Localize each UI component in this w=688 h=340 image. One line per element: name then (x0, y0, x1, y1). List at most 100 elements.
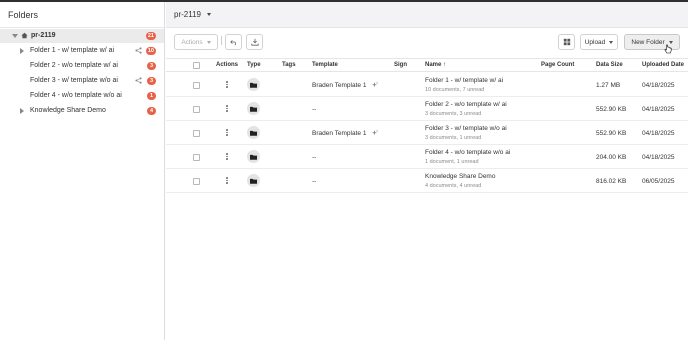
row-checkbox[interactable] (193, 154, 200, 161)
tree-item-badge: 1 (147, 92, 156, 100)
tree-root-pr-2119[interactable]: pr-2119 21 (0, 29, 164, 43)
col-name-label: Name (425, 62, 442, 68)
row-template: Braden Template 1 (312, 82, 367, 89)
row-subtitle: 3 documents, 3 unread (425, 111, 482, 117)
row-data-size: 816.02 KB (596, 178, 627, 185)
sidebar-title: Folders (0, 2, 164, 28)
chevron-down-icon (206, 40, 211, 44)
grid-view-button[interactable] (558, 34, 575, 50)
row-actions-menu-icon[interactable] (226, 105, 228, 113)
col-template[interactable]: Template (312, 62, 338, 68)
hand-cursor-icon (664, 44, 672, 54)
tree-item-knowledge-share-demo[interactable]: Knowledge Share Demo 4 (0, 104, 164, 118)
row-actions-menu-icon[interactable] (226, 153, 228, 161)
tree-item-label: Folder 3 - w/ template w/o ai (30, 77, 118, 84)
col-tags[interactable]: Tags (282, 62, 296, 68)
tree-item-label: Folder 4 - w/o template w/o ai (30, 92, 122, 99)
grid-view-icon (563, 38, 570, 46)
folder-icon (247, 102, 260, 115)
tree-item-label: Folder 2 - w/o template w/ ai (30, 62, 118, 69)
row-data-size: 204.00 KB (596, 154, 627, 161)
tree-item-folder-2[interactable]: Folder 2 - w/o template w/ ai 3 (0, 59, 164, 73)
col-data-size[interactable]: Data Size (596, 62, 623, 68)
ai-sparkle-icon (372, 82, 378, 88)
home-icon (21, 32, 28, 39)
tree-item-folder-1[interactable]: Folder 1 - w/ template w/ ai 10 (0, 44, 164, 58)
row-uploaded-date: 04/18/2025 (642, 82, 675, 89)
chevron-down-icon[interactable] (206, 13, 211, 16)
row-template: -- (312, 154, 317, 161)
row-actions-menu-icon[interactable] (226, 177, 228, 185)
caret-down-icon[interactable] (12, 34, 18, 38)
folder-title: pr-2119 (174, 10, 201, 19)
tree-item-badge: 10 (145, 47, 156, 55)
row-name[interactable]: Folder 3 - w/ template w/o ai (425, 125, 507, 132)
row-data-size: 552.90 KB (596, 106, 627, 113)
tree-item-label: Folder 1 - w/ template w/ ai (30, 47, 115, 54)
row-name[interactable]: Folder 2 - w/o template w/ ai (425, 101, 507, 108)
col-uploaded-date[interactable]: Uploaded Date (642, 62, 684, 68)
sort-ascending-icon: ↑ (443, 62, 447, 68)
row-actions-menu-icon[interactable] (226, 81, 228, 89)
col-type[interactable]: Type (247, 62, 261, 68)
row-subtitle: 4 documents, 4 unread (425, 183, 482, 189)
row-subtitle: 3 documents, 1 unread (425, 135, 482, 141)
undo-icon (229, 40, 236, 46)
folder-icon (247, 174, 260, 187)
col-page-count[interactable]: Page Count (541, 62, 574, 68)
folder-icon (247, 126, 260, 139)
tree-item-badge: 3 (147, 62, 156, 70)
row-uploaded-date: 06/05/2025 (642, 178, 675, 185)
row-uploaded-date: 04/18/2025 (642, 106, 675, 113)
download-icon (250, 38, 259, 46)
ai-sparkle-icon (372, 130, 378, 136)
row-checkbox[interactable] (193, 82, 200, 89)
caret-right-icon[interactable] (20, 48, 24, 54)
row-name[interactable]: Folder 1 - w/ template w/ ai (425, 77, 503, 84)
row-subtitle: 10 documents, 7 unread (425, 87, 485, 93)
tree-item-label: Knowledge Share Demo (30, 107, 106, 114)
tree-item-folder-4[interactable]: Folder 4 - w/o template w/o ai 1 (0, 89, 164, 103)
row-name[interactable]: Knowledge Share Demo (425, 173, 495, 180)
tree-root-badge: 21 (145, 32, 156, 40)
caret-right-icon[interactable] (20, 108, 24, 114)
tree-item-badge: 3 (147, 77, 156, 85)
actions-button-label: Actions (181, 38, 203, 46)
row-name[interactable]: Folder 4 - w/o template w/o ai (425, 149, 510, 156)
share-icon (135, 77, 142, 84)
row-subtitle: 1 document, 1 unread (425, 159, 479, 165)
tree-item-folder-3[interactable]: Folder 3 - w/ template w/o ai 3 (0, 74, 164, 88)
row-data-size: 1.27 MB (596, 82, 621, 89)
share-icon (135, 47, 142, 54)
table-row[interactable]: Braden Template 1 Folder 3 - w/ template… (166, 121, 688, 145)
row-template: -- (312, 106, 317, 113)
table-row[interactable]: Braden Template 1 Folder 1 - w/ template… (166, 73, 688, 97)
col-sign[interactable]: Sign (394, 62, 407, 68)
table-row[interactable]: -- Folder 4 - w/o template w/o ai 1 docu… (166, 145, 688, 169)
download-button[interactable] (246, 34, 263, 50)
toolbar-divider (221, 36, 222, 45)
table-row[interactable]: -- Folder 2 - w/o template w/ ai 3 docum… (166, 97, 688, 121)
table-header: Actions Type Tags Template Sign Name ↑ P… (166, 58, 688, 72)
row-actions-menu-icon[interactable] (226, 129, 228, 137)
col-name[interactable]: Name ↑ (425, 62, 446, 68)
tree-root-label: pr-2119 (31, 32, 56, 39)
undo-button[interactable] (225, 34, 242, 50)
tree-item-badge: 4 (147, 107, 156, 115)
col-actions: Actions (216, 62, 239, 68)
row-uploaded-date: 04/18/2025 (642, 154, 675, 161)
row-uploaded-date: 04/18/2025 (642, 130, 675, 137)
table-row[interactable]: -- Knowledge Share Demo 4 documents, 4 u… (166, 169, 688, 193)
chevron-down-icon (609, 40, 614, 44)
row-checkbox[interactable] (193, 130, 200, 137)
select-all-checkbox[interactable] (193, 62, 200, 69)
row-checkbox[interactable] (193, 178, 200, 185)
folder-icon (247, 78, 260, 91)
folder-header[interactable]: pr-2119 (166, 2, 688, 28)
row-checkbox[interactable] (193, 106, 200, 113)
actions-button[interactable]: Actions (174, 34, 218, 50)
folders-sidebar: Folders pr-2119 21 Folder 1 - w/ templat… (0, 2, 165, 340)
upload-button-label: Upload (584, 38, 606, 46)
new-folder-button-label: New Folder (631, 38, 665, 46)
upload-button[interactable]: Upload (580, 34, 618, 50)
